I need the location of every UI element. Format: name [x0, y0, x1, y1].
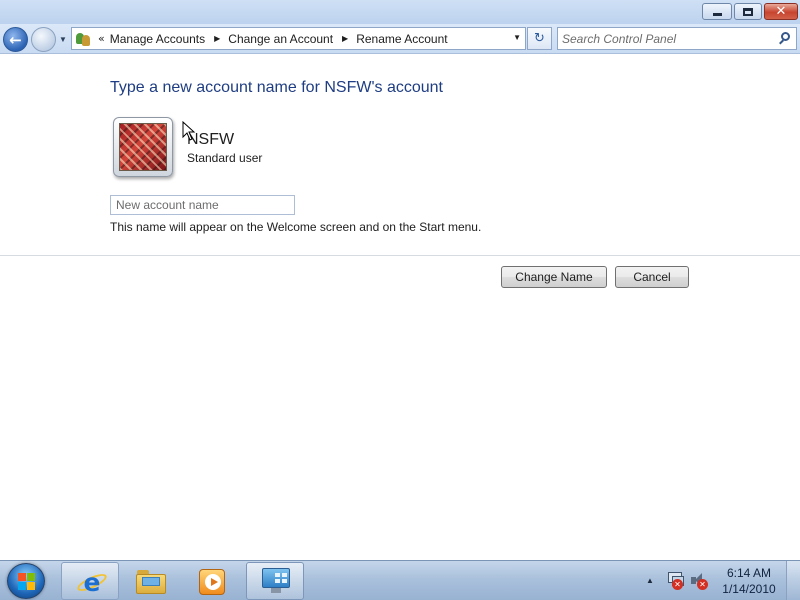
taskbar-control-panel[interactable]	[246, 562, 304, 600]
window-title-bar: ✕	[0, 0, 800, 24]
new-account-name-field[interactable]	[110, 195, 295, 215]
minimize-button[interactable]	[702, 3, 732, 20]
taskbar-windows-explorer[interactable]	[121, 562, 179, 600]
breadcrumb-rename-account[interactable]: Rename Account	[356, 32, 447, 46]
refresh-icon: ↻	[534, 31, 545, 46]
page-title: Type a new account name for NSFW's accou…	[110, 79, 443, 96]
system-clock[interactable]: 6:14 AM 1/14/2010	[716, 565, 782, 597]
show-desktop-button[interactable]	[786, 561, 800, 600]
refresh-button[interactable]: ↻	[527, 27, 552, 50]
start-button[interactable]	[7, 563, 45, 599]
show-hidden-icons-button[interactable]: ▲	[646, 576, 654, 585]
name-hint-text: This name will appear on the Welcome scr…	[110, 220, 482, 234]
internet-explorer-icon: e	[75, 568, 109, 597]
search-box[interactable]	[557, 27, 797, 50]
account-picture	[119, 123, 167, 171]
control-panel-icon	[260, 568, 292, 594]
taskbar: e ▲ ✕ ✕ 6:14 AM 1/14/2010	[0, 560, 800, 600]
avatar	[113, 117, 173, 177]
breadcrumb-overflow[interactable]: «	[98, 32, 105, 45]
navigation-bar: ← ▼ « Manage Accounts ▶ Change an Accoun…	[0, 24, 800, 54]
clock-time: 6:14 AM	[726, 566, 772, 580]
media-player-icon	[199, 569, 225, 595]
close-button[interactable]: ✕	[764, 3, 798, 20]
address-dropdown-icon[interactable]: ▼	[513, 33, 521, 42]
search-icon[interactable]	[778, 32, 792, 46]
recent-pages-dropdown-icon[interactable]: ▼	[59, 35, 67, 44]
taskbar-media-player[interactable]	[182, 562, 240, 600]
windows-logo-icon	[18, 573, 36, 591]
user-accounts-icon	[75, 31, 93, 47]
account-type: Standard user	[187, 151, 263, 165]
restore-icon	[735, 4, 761, 19]
minimize-icon	[703, 4, 731, 19]
breadcrumb-chevron-icon[interactable]: ▶	[214, 34, 220, 43]
back-button[interactable]: ←	[3, 27, 28, 52]
close-icon: ✕	[775, 4, 787, 19]
change-name-button[interactable]: Change Name	[501, 266, 607, 288]
restore-button[interactable]	[734, 3, 762, 20]
address-bar[interactable]: « Manage Accounts ▶ Change an Account ▶ …	[71, 27, 526, 50]
cancel-button[interactable]: Cancel	[615, 266, 689, 288]
search-input[interactable]	[562, 30, 772, 47]
network-disconnected-icon[interactable]: ✕	[666, 572, 684, 590]
mouse-pointer-icon	[182, 121, 196, 141]
clock-date: 1/14/2010	[722, 582, 776, 596]
back-arrow-icon: ←	[9, 30, 22, 49]
breadcrumb-chevron-icon[interactable]: ▶	[342, 34, 348, 43]
rename-account-panel: Type a new account name for NSFW's accou…	[0, 55, 800, 560]
divider	[0, 255, 800, 256]
breadcrumb-manage-accounts[interactable]: Manage Accounts	[110, 32, 205, 46]
volume-muted-icon[interactable]: ✕	[690, 572, 708, 590]
forward-button[interactable]	[31, 27, 56, 52]
breadcrumb-change-an-account[interactable]: Change an Account	[228, 32, 333, 46]
folder-icon	[136, 570, 166, 594]
taskbar-internet-explorer[interactable]: e	[61, 562, 119, 600]
